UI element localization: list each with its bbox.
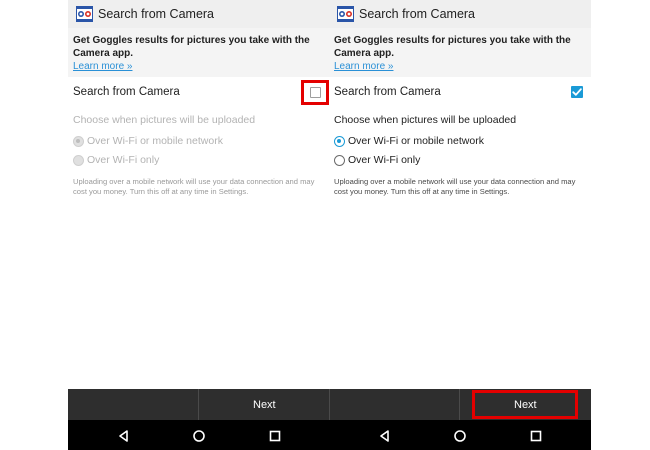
upload-section-heading: Choose when pictures will be uploaded — [334, 114, 517, 126]
search-from-camera-checkbox[interactable] — [571, 86, 583, 98]
learn-more-link[interactable]: Learn more » — [73, 61, 132, 73]
radio-label: Over Wi-Fi only — [87, 154, 160, 166]
info-text: Get Goggles results for pictures you tak… — [334, 35, 571, 59]
highlight-checkbox-annotation — [301, 80, 329, 105]
radio-label: Over Wi-Fi or mobile network — [348, 135, 484, 147]
checkmark-icon — [572, 88, 582, 96]
radio-button[interactable] — [334, 136, 345, 147]
search-from-camera-label: Search from Camera — [334, 86, 441, 98]
goggles-logo-icon — [337, 6, 354, 22]
radio-button[interactable] — [73, 155, 84, 166]
left-screen: Search from Camera Get Goggles results f… — [68, 0, 330, 450]
home-icon[interactable] — [192, 429, 206, 443]
radio-label: Over Wi-Fi or mobile network — [87, 135, 223, 147]
radio-label: Over Wi-Fi only — [348, 154, 421, 166]
home-icon[interactable] — [453, 429, 467, 443]
radio-button[interactable] — [73, 136, 84, 147]
recents-icon[interactable] — [529, 429, 543, 443]
app-header: Search from Camera — [329, 0, 591, 28]
right-screen: Search from Camera Get Goggles results f… — [329, 0, 591, 450]
app-title: Search from Camera — [98, 7, 215, 21]
goggles-logo-icon — [76, 6, 93, 22]
data-usage-note: Uploading over a mobile network will use… — [334, 177, 576, 197]
info-box: Get Goggles results for pictures you tak… — [329, 28, 591, 77]
back-icon[interactable] — [378, 429, 392, 443]
info-box: Get Goggles results for pictures you tak… — [68, 28, 330, 77]
learn-more-link[interactable]: Learn more » — [334, 61, 393, 73]
info-text: Get Goggles results for pictures you tak… — [73, 35, 310, 59]
bottom-bar-divider — [459, 389, 460, 420]
bottom-bar-divider — [329, 389, 330, 420]
search-from-camera-label: Search from Camera — [73, 86, 180, 98]
back-icon[interactable] — [117, 429, 131, 443]
radio-button[interactable] — [334, 155, 345, 166]
system-nav-bar — [68, 420, 591, 450]
left-next-button[interactable]: Next — [253, 399, 276, 411]
recents-icon[interactable] — [268, 429, 282, 443]
app-title: Search from Camera — [359, 7, 476, 21]
data-usage-note: Uploading over a mobile network will use… — [73, 177, 315, 197]
bottom-bar-divider — [198, 389, 199, 420]
app-header: Search from Camera — [68, 0, 330, 28]
highlight-next-annotation — [472, 390, 578, 419]
upload-section-heading: Choose when pictures will be uploaded — [73, 114, 256, 126]
